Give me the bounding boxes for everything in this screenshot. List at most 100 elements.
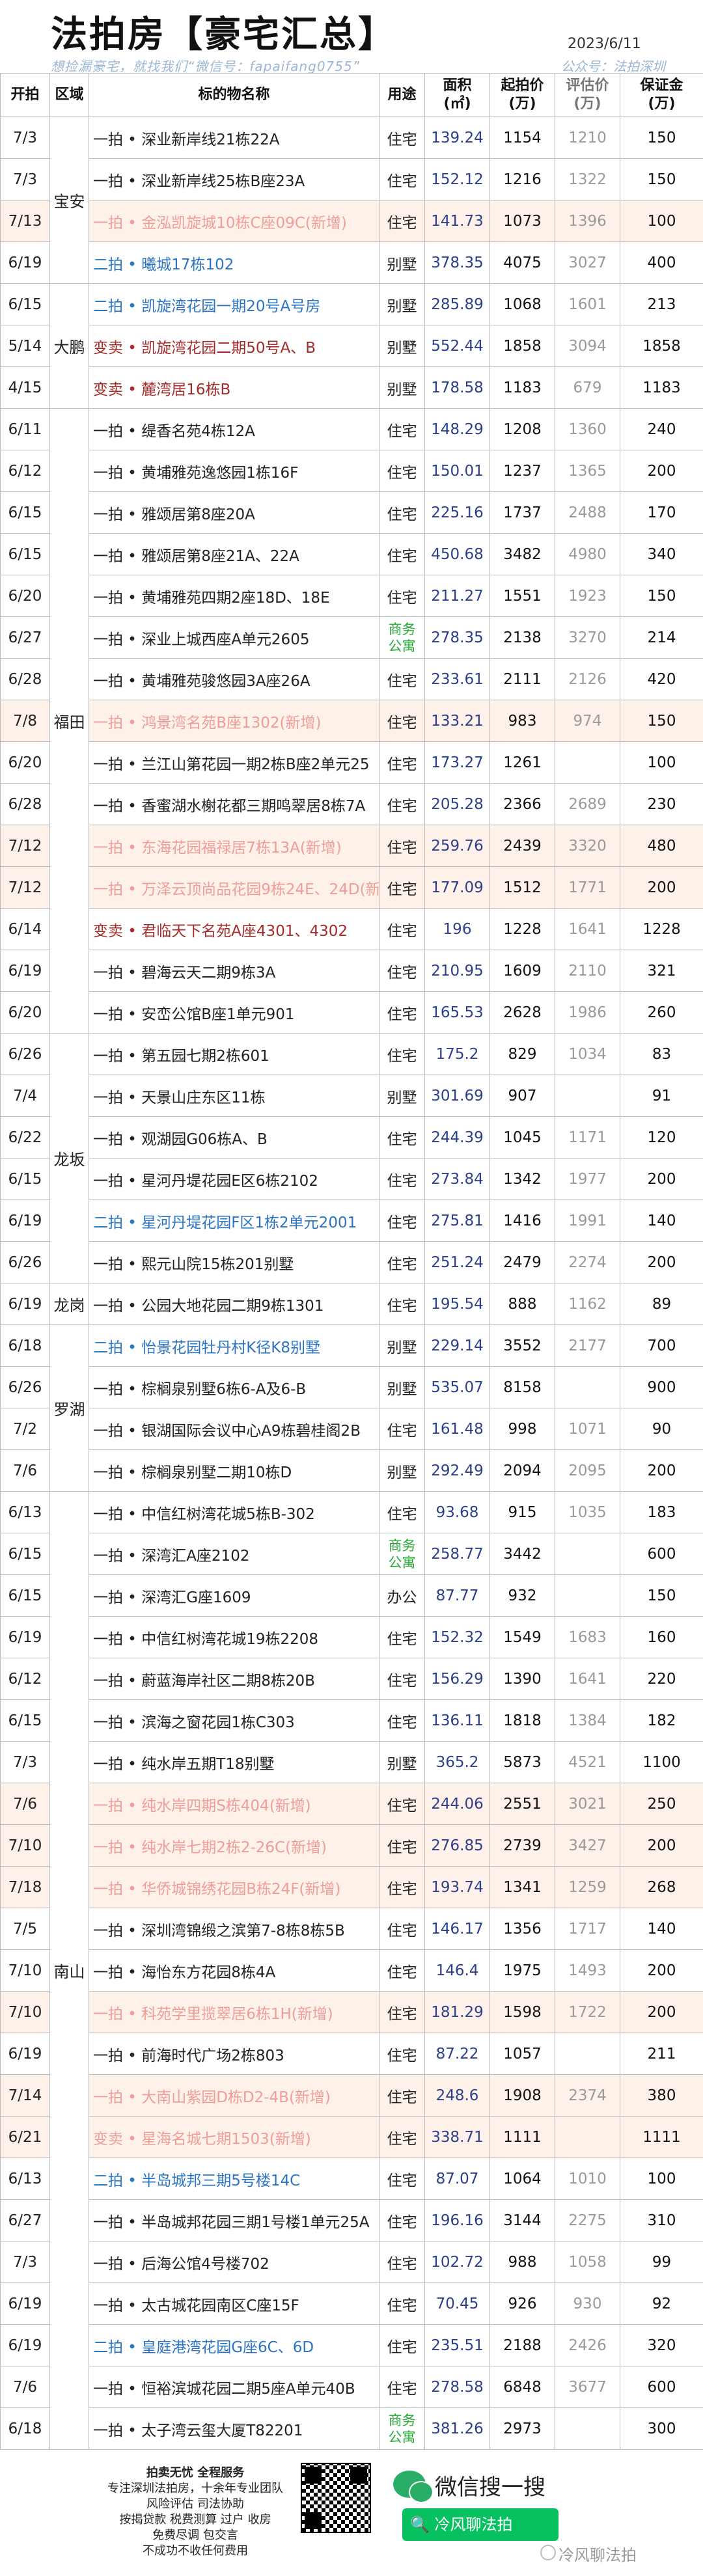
cell-deposit: 480 [620, 825, 703, 867]
cell-use: 住宅 [379, 450, 425, 492]
cell-area: 365.2 [424, 1741, 490, 1783]
cell-eval: 1717 [555, 1908, 620, 1950]
cell-price: 2111 [489, 658, 555, 700]
cell-price: 2628 [489, 991, 555, 1034]
cell-deposit: 380 [620, 2074, 703, 2117]
table-row: 7/10 一拍 • 科苑学里揽翠居6栋1H(新增) 住宅 181.29 1598 1722… [0, 1991, 703, 2033]
cell-date: 7/3 [0, 116, 50, 159]
cell-price: 1598 [489, 1991, 555, 2033]
cell-price: 3144 [489, 2199, 555, 2241]
cell-name: 一拍 • 海怡东方花园8栋4A [89, 1949, 379, 1992]
header-deposit: 保证金 (万) [620, 73, 703, 117]
cell-price: 1208 [489, 408, 555, 450]
cell-eval: 1210 [555, 116, 620, 159]
cell-area: 278.35 [424, 616, 490, 659]
wechat-button-label: 冷风聊法拍 [434, 2515, 513, 2534]
footer-line: 按揭贷款 税费测算 过户 收房 [119, 2513, 271, 2527]
cell-area: 552.44 [424, 325, 490, 367]
cell-deposit: 310 [620, 2199, 703, 2241]
cell-price: 1342 [489, 1158, 555, 1200]
cell-price: 1073 [489, 200, 555, 242]
cell-price: 1356 [489, 1908, 555, 1950]
cell-eval: 1360 [555, 408, 620, 450]
table-row: 6/15 一拍 • 星河丹堤花园E区6栋2102 住宅 273.84 1342 1977 2… [0, 1158, 703, 1200]
cell-price: 2739 [489, 1824, 555, 1867]
cell-deposit: 1100 [620, 1741, 703, 1783]
cell-price: 1154 [489, 116, 555, 159]
cell-eval: 1071 [555, 1408, 620, 1450]
cell-eval: 2426 [555, 2324, 620, 2366]
table-row: 6/19 龙岗 一拍 • 公园大地花园二期9栋1301 住宅 195.54 888 1162… [0, 1283, 703, 1325]
cell-name: 一拍 • 太古城花园南区C座15F [89, 2282, 379, 2325]
cell-eval: 3427 [555, 1824, 620, 1867]
cell-deposit: 91 [620, 1075, 703, 1117]
cell-deposit: 300 [620, 2407, 703, 2450]
cell-name: 变卖 • 麓湾居16栋B [89, 366, 379, 409]
cell-eval: 1384 [555, 1699, 620, 1742]
cell-eval: 1162 [555, 1283, 620, 1325]
cell-date: 6/26 [0, 1033, 50, 1075]
cell-date: 7/6 [0, 1449, 50, 1492]
cell-deposit: 170 [620, 491, 703, 534]
cell-eval: 1493 [555, 1949, 620, 1992]
cell-name: 一拍 • 黄埔雅苑骏悠园3A座26A [89, 658, 379, 700]
table-row: 6/13 二拍 • 半岛城邦三期5号楼14C 住宅 87.07 1064 1010 100 [0, 2158, 703, 2200]
cell-deposit: 1858 [620, 325, 703, 367]
table-row: 6/11 福田 一拍 • 缇香名苑4栋12A 住宅 148.29 1208 1360 240 [0, 408, 703, 1034]
cell-eval: 3320 [555, 825, 620, 867]
cell-price: 6848 [489, 2366, 555, 2408]
cell-deposit: 220 [620, 1658, 703, 1700]
cell-area: 173.27 [424, 741, 490, 784]
cell-price: 1975 [489, 1949, 555, 1992]
cell-date: 6/15 [0, 533, 50, 575]
cell-price: 888 [489, 1283, 555, 1325]
cell-use: 住宅 [379, 658, 425, 700]
cell-name: 二拍 • 凯旋湾花园一期20号A号房 [89, 283, 379, 325]
cell-date: 4/15 [0, 366, 50, 409]
cell-name: 一拍 • 蔚蓝海岸社区二期8栋20B [89, 1658, 379, 1700]
cell-use: 商务 公寓 [379, 1533, 425, 1575]
cell-name: 一拍 • 深湾汇A座2102 [89, 1533, 379, 1575]
cell-date: 7/10 [0, 1949, 50, 1992]
cell-use: 别墅 [379, 283, 425, 325]
cell-name: 一拍 • 深业上城西座A单元2605 [89, 616, 379, 659]
cell-use: 住宅 [379, 2033, 425, 2075]
cell-area: 136.11 [424, 1699, 490, 1742]
cell-area: 285.89 [424, 283, 490, 325]
table-row: 6/15 大鹏 二拍 • 凯旋湾花园一期20号A号房 别墅 285.89 1068 1601… [0, 283, 703, 409]
cell-price: 1609 [489, 950, 555, 992]
cell-name: 一拍 • 香蜜湖水榭花都三期鸣翠居8栋7A [89, 783, 379, 825]
cell-eval: 2274 [555, 1241, 620, 1283]
cell-area: 175.2 [424, 1033, 490, 1075]
cell-eval [555, 2407, 620, 2450]
table-row: 6/19 一拍 • 碧海云天二期9栋3A 住宅 210.95 1609 2110 321 [0, 950, 703, 992]
cell-eval: 2177 [555, 1324, 620, 1367]
cell-date: 7/6 [0, 1783, 50, 1825]
table-row: 7/3 一拍 • 纯水岸五期T18别墅 别墅 365.2 5873 4521 1100 [0, 1741, 703, 1783]
cell-deposit: 183 [620, 1491, 703, 1533]
cell-eval: 930 [555, 2282, 620, 2325]
footer: 拍卖无忧 全程服务 专注深圳法拍房，十余年专业团队 风险评估 司法协助 按揭贷款… [0, 2454, 703, 2576]
cell-name: 一拍 • 中信红树湾花城5栋B-302 [89, 1491, 379, 1533]
wechat-search-button[interactable]: 🔍 冷风聊法拍 [402, 2508, 558, 2541]
cell-area: 87.77 [424, 1574, 490, 1617]
cell-date: 7/14 [0, 2074, 50, 2117]
cell-eval: 1722 [555, 1991, 620, 2033]
cell-date: 6/19 [0, 950, 50, 992]
cell-name: 一拍 • 纯水岸七期2栋2-26C(新增) [89, 1824, 379, 1867]
account-label: 公众号：法拍深圳 [561, 59, 665, 74]
table-row: 7/2 一拍 • 银湖国际会议中心A9栋碧桂阁2B 住宅 161.48 998 1071 9… [0, 1408, 703, 1450]
cell-price: 3482 [489, 533, 555, 575]
footer-line: 拍卖无忧 全程服务 [146, 2466, 245, 2480]
cell-date: 6/26 [0, 1366, 50, 1408]
cell-eval: 1259 [555, 1866, 620, 1908]
cell-deposit: 1183 [620, 366, 703, 409]
cell-area: 148.29 [424, 408, 490, 450]
cell-district: 龙坂 [49, 1033, 89, 1283]
cell-deposit: 140 [620, 1199, 703, 1242]
watermark: 冷风聊法拍 [558, 2546, 637, 2564]
cell-area: 233.61 [424, 658, 490, 700]
cell-use: 商务 公寓 [379, 2407, 425, 2450]
cell-date: 6/19 [0, 1199, 50, 1242]
cell-deposit: 100 [620, 741, 703, 784]
